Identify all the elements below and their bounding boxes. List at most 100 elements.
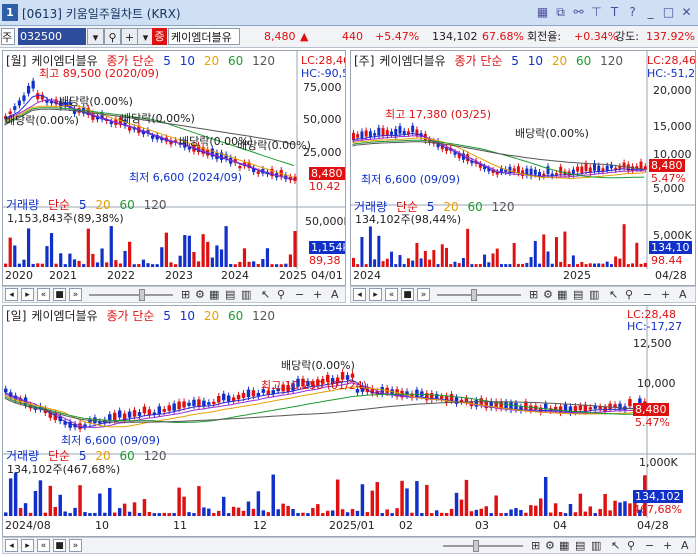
play-icon[interactable]: ▸ [369, 288, 382, 301]
chart-type-icon[interactable]: ▥ [591, 539, 601, 553]
font-icon[interactable]: T [607, 4, 622, 20]
turnover-label: 회전율: [527, 30, 562, 43]
grid-icon[interactable]: ▦ [535, 4, 550, 20]
volume-bar [160, 247, 164, 267]
settings-icon[interactable]: ⊞ [181, 288, 190, 302]
volume-bar [364, 264, 368, 267]
pointer-icon[interactable]: ↖ [609, 288, 618, 302]
rewind-icon[interactable]: « [37, 288, 50, 301]
volume-bar [415, 481, 419, 516]
stock-code-input[interactable]: 032500 [18, 28, 86, 45]
table-icon[interactable]: ▤ [573, 288, 583, 302]
help-icon[interactable]: ? [625, 4, 640, 20]
moving-average-line [352, 141, 645, 170]
daily-vol-tag: 134,102 [633, 490, 683, 503]
volume-bar [539, 498, 543, 516]
close-icon[interactable]: ✕ [679, 4, 694, 20]
prev-icon[interactable]: ◂ [353, 288, 366, 301]
pin-icon[interactable]: ⊤ [589, 4, 604, 20]
market-select[interactable]: 주 [1, 28, 15, 45]
add-icon[interactable]: + [121, 28, 138, 45]
weekly-price-tag: 8,480 [649, 159, 685, 172]
grid-icon[interactable]: ▦ [557, 288, 567, 302]
gear-icon[interactable]: ⚙ [545, 539, 555, 553]
volume-bar [373, 259, 377, 267]
weekly-pct-tag: 5.47% [651, 172, 686, 185]
volume-bar [286, 505, 290, 516]
weekly-scroll-track[interactable] [437, 294, 521, 296]
daily-x-label-7: 04 [553, 519, 567, 532]
monthly-chart-pane[interactable]: [월] 케이엠더블유 종가 단순 5 10 20 60 120 LC:28,46 … [2, 50, 346, 286]
plus-icon[interactable]: + [663, 539, 672, 553]
daily-scroll-thumb[interactable] [473, 540, 479, 552]
table-icon[interactable]: ▤ [225, 288, 235, 302]
pointer-icon[interactable]: ↖ [611, 539, 620, 553]
volume-bar [8, 478, 13, 516]
volume-bar [504, 513, 508, 516]
code-dropdown-icon[interactable]: ▾ [87, 28, 104, 45]
volume-bar [335, 479, 340, 516]
volume-bar [548, 512, 553, 516]
text-icon[interactable]: A [331, 288, 339, 302]
volume-bar [583, 511, 588, 516]
strength-value: 137.92% [646, 30, 695, 43]
plus-icon[interactable]: + [313, 288, 322, 302]
volume-bar [483, 254, 487, 267]
text-icon[interactable]: A [681, 539, 689, 553]
chart-type-icon[interactable]: ▥ [589, 288, 599, 302]
minimize-icon[interactable]: _ [643, 4, 658, 20]
volume-bar [390, 513, 394, 516]
weekly-vol-ma60: 60 [467, 200, 483, 214]
rewind-icon[interactable]: « [385, 288, 398, 301]
weekly-scroll-thumb[interactable] [471, 289, 477, 301]
weekly-chart-pane[interactable]: [주] 케이엠더블유 종가 단순 5 10 20 60 120 LC:28,46 … [350, 50, 696, 286]
grid-icon[interactable]: ▦ [559, 539, 569, 553]
prev-icon[interactable]: ◂ [5, 288, 18, 301]
volume-bar [177, 487, 181, 516]
monthly-scroll-track[interactable] [89, 294, 173, 296]
minus-icon[interactable]: − [645, 539, 654, 553]
search-icon[interactable]: ⚲ [104, 28, 121, 45]
grid-icon[interactable]: ▦ [209, 288, 219, 302]
volume-bar [13, 245, 17, 267]
weekly-vol-tag: 134,10 [649, 241, 692, 254]
play-icon[interactable]: ▸ [21, 539, 34, 552]
export-icon[interactable]: ⧉ [553, 4, 568, 20]
volume-bar [13, 472, 18, 516]
gear-icon[interactable]: ⚙ [195, 288, 205, 302]
candle-body [128, 127, 132, 131]
prev-icon[interactable]: ◂ [5, 539, 18, 552]
maximize-icon[interactable]: □ [661, 4, 676, 20]
volume-bar [17, 263, 21, 267]
candle-body [398, 126, 402, 134]
zoom-icon[interactable]: ⚲ [277, 288, 285, 302]
minus-icon[interactable]: − [643, 288, 652, 302]
stop-icon[interactable]: ■ [401, 288, 414, 301]
forward-icon[interactable]: » [69, 539, 82, 552]
play-icon[interactable]: ▸ [21, 288, 34, 301]
candle-body [212, 401, 216, 405]
daily-chart-pane[interactable]: [일] 케이엠더블유 종가 단순 5 10 20 60 120 LC:28,48 … [2, 305, 696, 537]
pointer-icon[interactable]: ↖ [261, 288, 270, 302]
table-icon[interactable]: ▤ [575, 539, 585, 553]
link-icon[interactable]: ⚯ [571, 4, 586, 20]
settings-icon[interactable]: ⊞ [529, 288, 538, 302]
monthly-scroll-thumb[interactable] [139, 289, 145, 301]
stop-icon[interactable]: ■ [53, 539, 66, 552]
forward-icon[interactable]: » [69, 288, 82, 301]
zoom-icon[interactable]: ⚲ [627, 539, 635, 553]
minus-icon[interactable]: − [295, 288, 304, 302]
forward-icon[interactable]: » [417, 288, 430, 301]
volume-bar [169, 262, 173, 267]
volume-bar [542, 234, 546, 267]
daily-scroll-track[interactable] [443, 545, 523, 547]
volume-bar [381, 261, 385, 267]
settings-icon[interactable]: ⊞ [531, 539, 540, 553]
zoom-icon[interactable]: ⚲ [625, 288, 633, 302]
gear-icon[interactable]: ⚙ [543, 288, 553, 302]
rewind-icon[interactable]: « [37, 539, 50, 552]
plus-icon[interactable]: + [661, 288, 670, 302]
stop-icon[interactable]: ■ [53, 288, 66, 301]
chart-type-icon[interactable]: ▥ [241, 288, 251, 302]
text-icon[interactable]: A [679, 288, 687, 302]
